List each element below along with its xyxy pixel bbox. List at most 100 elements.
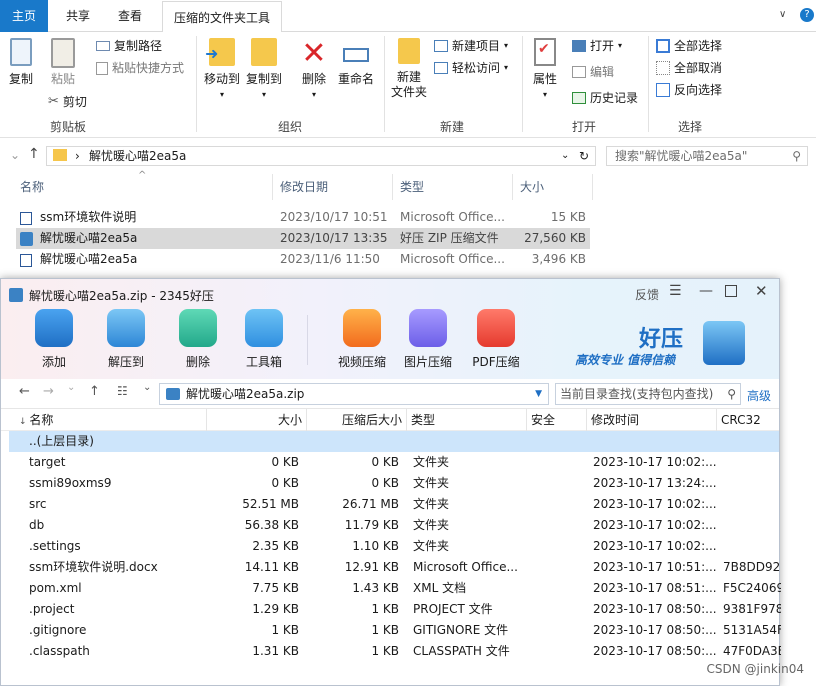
zip-row[interactable]: ssm环境软件说明.docx 14.11 KB 12.91 KB Microsoft … [9,557,781,578]
open-button[interactable]: 打开 ▾ [572,38,622,54]
zip-path-bar[interactable]: 解忧暖心喵2ea5a.zip ▼ [159,383,549,405]
minimize-icon[interactable]: — [699,283,713,299]
view-list-icon[interactable]: ☷ [117,384,128,398]
advanced-search-link[interactable]: 高级 [747,387,771,404]
zip-row[interactable]: target 0 KB 0 KB 文件夹 2023-10-17 10:02:... [9,452,779,473]
maximize-icon[interactable] [725,285,737,297]
app-logo-icon [9,288,23,302]
paste-shortcut-button[interactable]: 粘贴快捷方式 [96,60,184,76]
search-input[interactable]: 搜索"解忧暖心喵2ea5a" ⚲ [606,146,808,166]
forward-arrow-icon[interactable]: → [43,384,54,399]
dropdown-arrow-icon[interactable]: ▼ [535,384,542,404]
zip-row[interactable]: .project 1.29 KB 1 KB PROJECT 文件 2023-10-17 … [9,599,781,620]
word-doc-icon [20,212,32,225]
properties-button[interactable]: ✔ 属性 ▾ [530,38,560,102]
tab-home[interactable]: 主页 [0,0,48,32]
file-date: 2023/10/17 10:51 [280,210,388,224]
file-row[interactable]: 解忧暖心喵2ea5a 2023/10/17 13:35 好压 ZIP 压缩文件 … [16,228,590,249]
zip-row[interactable]: .classpath 1.31 KB 1 KB CLASSPATH 文件 2023-10… [9,641,781,662]
tab-share[interactable]: 共享 [54,0,102,32]
copy-to-button[interactable]: 复制到 ▾ [244,38,284,102]
file-row[interactable]: 解忧暖心喵2ea5a 2023/11/6 11:50 Microsoft Off… [16,249,590,270]
up-arrow-icon[interactable]: ↑ [89,384,100,399]
feedback-link[interactable]: 反馈 [635,286,659,303]
chevron-down-icon[interactable]: ∨ [779,9,786,20]
zip-archive-icon [166,388,180,400]
ribbon: 复制 粘贴 复制路径 粘贴快捷方式 ✂ 剪切 剪贴板 ➜ 移动到 ▾ 复制到 ▾ ✕ … [0,32,816,138]
extract-to-button[interactable]: 解压到 [91,309,161,370]
pdf-compress-button[interactable]: PDF压缩 [461,309,531,370]
cut-button[interactable]: ✂ 剪切 [48,94,87,110]
zip-row[interactable]: db 56.38 KB 11.79 KB 文件夹 2023-10-17 10:02:..… [9,515,779,536]
edit-button[interactable]: 编辑 [572,64,614,80]
rename-button[interactable]: 重命名 [336,38,376,87]
chevron-down-icon[interactable]: ⌄ [67,382,75,393]
new-folder-button[interactable]: 新建 文件夹 [388,38,430,100]
image-compress-button[interactable]: 图片压缩 [393,309,463,370]
recycle-icon [179,309,217,347]
video-compress-button[interactable]: 视频压缩 [327,309,397,370]
zip-row[interactable]: .settings 2.35 KB 1.10 KB 文件夹 2023-10-17 10:… [9,536,779,557]
zip-delete-button[interactable]: 删除 [163,309,233,370]
search-icon[interactable]: ⚲ [727,384,736,404]
zip-cell-time: 2023-10-17 13:24:... [593,476,717,490]
chevron-down-icon[interactable]: ⌄ [143,382,151,393]
zip-col-size[interactable]: 大小 [207,409,307,431]
close-icon[interactable]: ✕ [755,282,768,300]
menu-icon[interactable]: ☰ [669,283,682,299]
invert-selection-button[interactable]: 反向选择 [656,82,722,98]
select-none-button[interactable]: 全部取消 [656,60,722,76]
file-size: 27,560 KB [524,231,586,245]
zip-search-input[interactable]: 当前目录查找(支持包内查找) ⚲ [555,383,741,405]
chevron-down-icon[interactable]: ⌄ [561,147,569,165]
refresh-icon[interactable]: ↻ [579,147,589,165]
zip-cell-size: 0 KB [271,455,299,469]
up-arrow-icon[interactable]: ↑ [28,146,40,162]
file-row[interactable]: ssm环境软件说明 2023/10/17 10:51 Microsoft Off… [16,207,590,228]
zip-row[interactable]: .gitignore 1 KB 1 KB GITIGNORE 文件 2023-10-17… [9,620,781,641]
zip-row[interactable]: src 52.51 MB 26.71 MB 文件夹 2023-10-17 10:02:.… [9,494,779,515]
new-item-button[interactable]: 新建项目 ▾ [434,38,508,54]
copy-path-button[interactable]: 复制路径 [96,38,162,54]
dropdown-arrow-icon[interactable]: ⌄ [10,148,20,162]
search-icon[interactable]: ⚲ [792,147,801,165]
help-icon[interactable]: ? [800,8,814,22]
zip-col-type[interactable]: 类型 [407,409,527,431]
zip-cell-type: GITIGNORE 文件 [413,623,509,637]
video-compress-label: 视频压缩 [337,355,386,369]
add-archive-icon [35,309,73,347]
dropdown-arrow-icon: ▾ [504,41,509,50]
select-all-button[interactable]: 全部选择 [656,38,722,54]
column-header-size[interactable]: 大小 [520,178,544,195]
move-to-button[interactable]: ➜ 移动到 ▾ [202,38,242,102]
tab-compressed-tools[interactable]: 压缩的文件夹工具 [162,1,282,33]
zip-col-crc[interactable]: CRC32 [717,409,779,431]
delete-button[interactable]: ✕ 删除 ▾ [298,38,330,102]
column-header-name[interactable]: 名称 [20,178,44,195]
zip-col-packed[interactable]: 压缩后大小 [307,409,407,431]
zip-cell-time: 2023-10-17 08:50:... [593,644,717,658]
copy-button[interactable]: 复制 [4,38,38,87]
zip-col-name[interactable]: ↓ 名称 [9,409,207,431]
zip-row[interactable]: pom.xml 7.75 KB 1.43 KB XML 文档 2023-10-17 08… [9,578,781,599]
back-arrow-icon[interactable]: ← [19,384,30,399]
group-label-new: 新建 [440,120,465,134]
column-header-date[interactable]: 修改日期 [280,178,328,195]
image-compress-icon [409,309,447,347]
edit-label: 编辑 [590,65,615,79]
history-button[interactable]: 历史记录 [572,90,638,106]
zip-row[interactable]: ssmi89oxms9 0 KB 0 KB 文件夹 2023-10-17 13:24:.… [9,473,779,494]
easy-access-button[interactable]: 轻松访问 ▾ [434,60,508,76]
column-header-type[interactable]: 类型 [400,178,424,195]
easy-access-label: 轻松访问 [452,61,501,75]
zip-col-security[interactable]: 安全 [527,409,587,431]
word-doc-icon [20,254,32,267]
zip-row[interactable]: ..(上层目录) [9,431,779,452]
paste-button[interactable]: 粘贴 [46,38,80,87]
tab-view[interactable]: 查看 [106,0,154,32]
zip-col-time[interactable]: 修改时间 [587,409,717,431]
address-bar[interactable]: › 解忧暖心喵2ea5a ⌄ ↻ [46,146,596,166]
toolbox-button[interactable]: 工具箱 [229,309,299,370]
select-none-label: 全部取消 [674,61,723,75]
add-button[interactable]: 添加 [19,309,89,370]
